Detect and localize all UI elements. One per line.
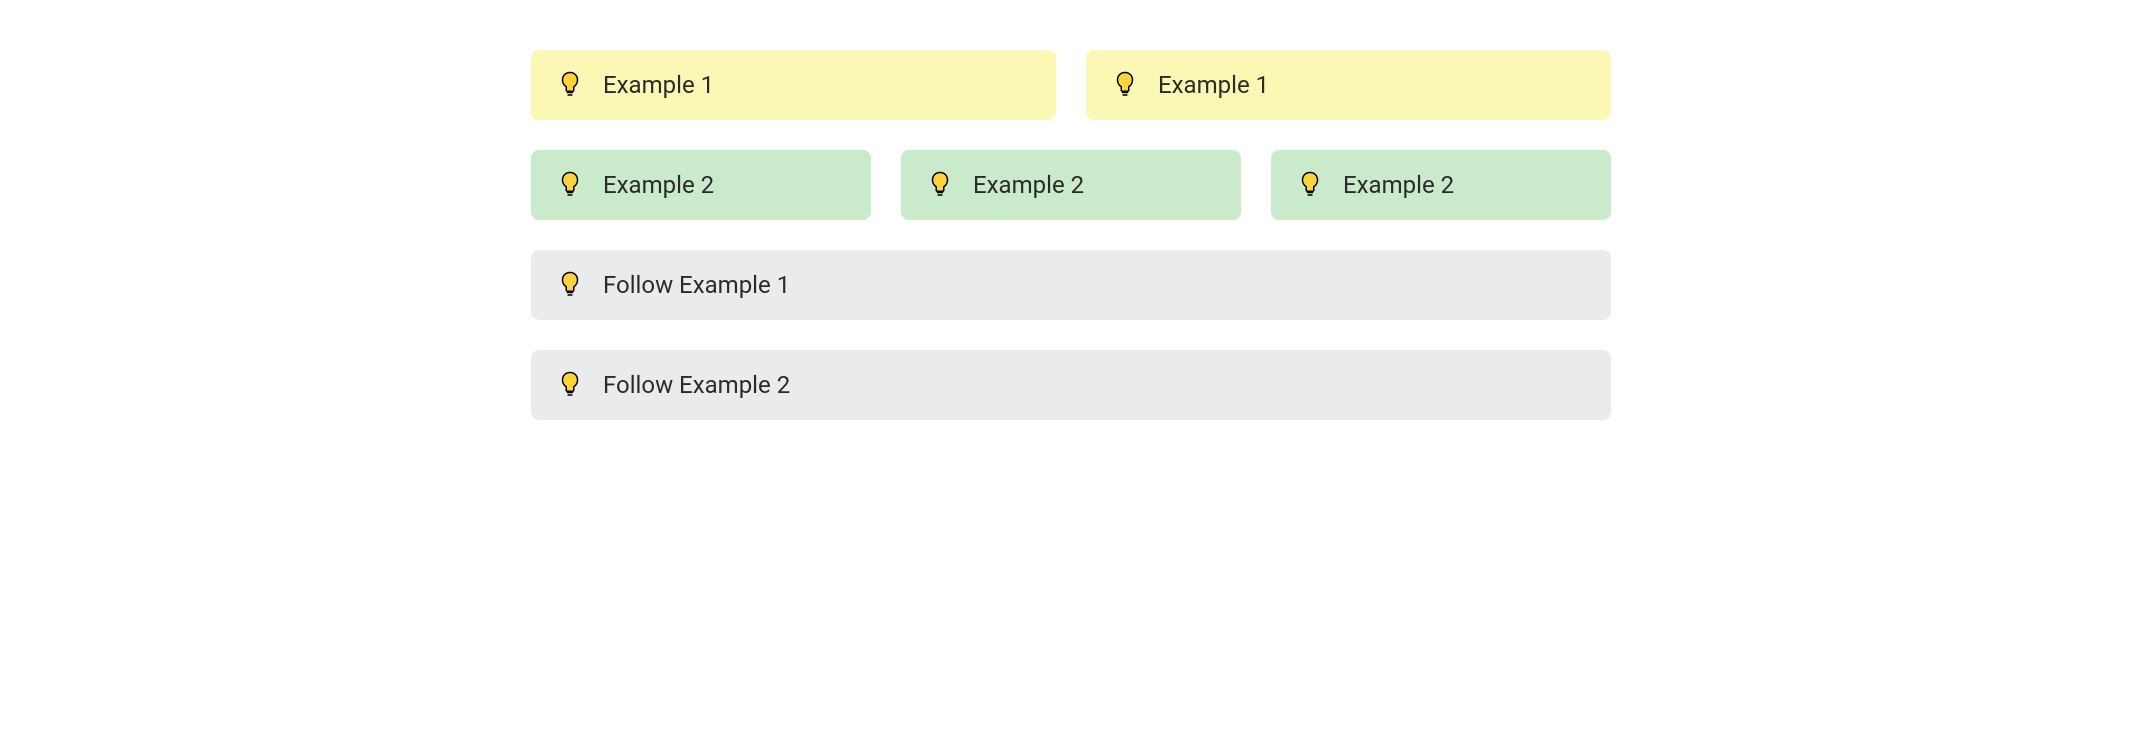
callout-label: Example 2	[1343, 171, 1454, 199]
callout-label: Example 1	[603, 71, 714, 99]
callout-label: Example 1	[1158, 71, 1269, 99]
callout-label: Example 2	[603, 171, 714, 199]
callout-block: Example 1	[531, 50, 1056, 120]
callout-label: Example 2	[973, 171, 1084, 199]
callout-block: Example 2	[1271, 150, 1611, 220]
lightbulb-icon	[555, 270, 585, 300]
callout-row: Example 2 Example 2 Example 2	[531, 150, 1611, 220]
callout-container: Example 1 Example 1 Example 2 Example 2	[531, 50, 1611, 420]
callout-block: Example 1	[1086, 50, 1611, 120]
callout-block: Example 2	[531, 150, 871, 220]
callout-block: Follow Example 2	[531, 350, 1611, 420]
lightbulb-icon	[1295, 170, 1325, 200]
lightbulb-icon	[925, 170, 955, 200]
callout-row: Follow Example 2	[531, 350, 1611, 420]
callout-block: Follow Example 1	[531, 250, 1611, 320]
lightbulb-icon	[555, 70, 585, 100]
callout-label: Follow Example 1	[603, 271, 790, 299]
callout-row: Follow Example 1	[531, 250, 1611, 320]
callout-row: Example 1 Example 1	[531, 50, 1611, 120]
callout-label: Follow Example 2	[603, 371, 790, 399]
callout-block: Example 2	[901, 150, 1241, 220]
lightbulb-icon	[1110, 70, 1140, 100]
lightbulb-icon	[555, 370, 585, 400]
lightbulb-icon	[555, 170, 585, 200]
